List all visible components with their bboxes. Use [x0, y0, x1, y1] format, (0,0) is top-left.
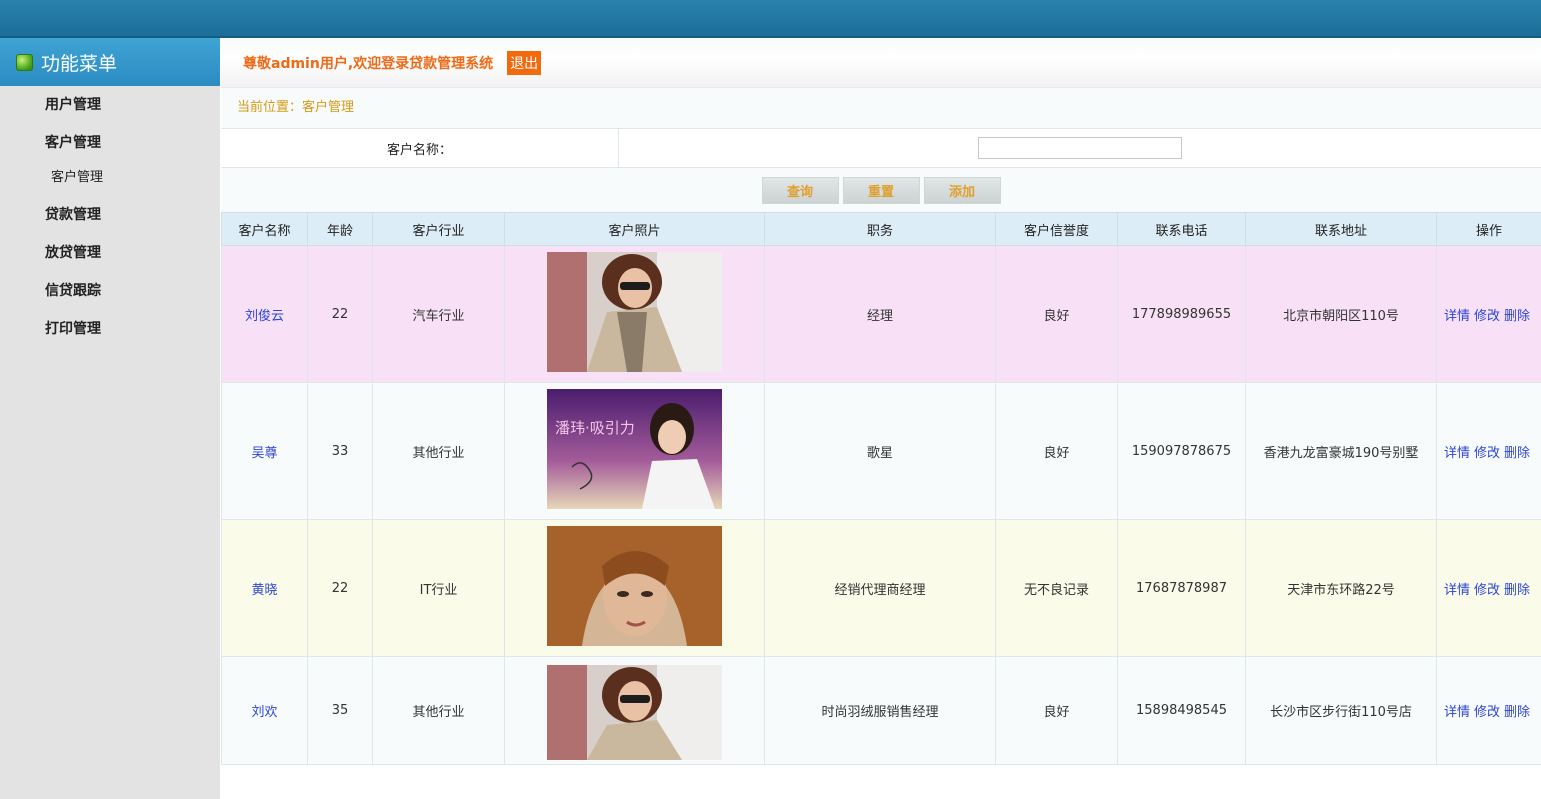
detail-link[interactable]: 详情 — [1444, 446, 1470, 461]
age-cell: 22 — [307, 519, 373, 657]
col-header-industry: 客户行业 — [372, 212, 505, 246]
sidebar-header: 功能菜单 — [0, 38, 220, 86]
age-cell: 35 — [307, 656, 373, 765]
customer-name-label: 客户名称： — [221, 129, 619, 167]
sidebar-item-customer-management[interactable]: 客户管理 — [0, 124, 220, 162]
age-cell: 22 — [307, 245, 373, 383]
col-header-position: 职务 — [764, 212, 996, 246]
customer-name-link[interactable]: 刘欢 — [251, 705, 277, 720]
customer-name-link[interactable]: 刘俊云 — [245, 309, 284, 324]
col-header-age: 年龄 — [307, 212, 373, 246]
button-row: 查询 重置 添加 — [221, 168, 1541, 212]
table-header-row: 客户名称 年龄 客户行业 客户照片 职务 客户信誉度 联系电话 联系地址 操作 — [221, 212, 1541, 246]
credit-cell: 无不良记录 — [995, 519, 1118, 657]
table-row: 刘欢 35 其他行业 时尚羽绒服销售经理 良好 15898498545 长沙市区… — [221, 656, 1541, 765]
table-row: 吴尊 33 其他行业 潘玮·吸引力 歌星 良好 159097878675 香港九… — [221, 382, 1541, 520]
table-row: 黄晓 22 IT行业 经销代理商经理 无不良记录 17687878987 天津市… — [221, 519, 1541, 657]
industry-cell: 汽车行业 — [372, 245, 505, 383]
customer-table: 客户名称 年龄 客户行业 客户照片 职务 客户信誉度 联系电话 联系地址 操作 … — [221, 212, 1541, 765]
age-cell: 33 — [307, 382, 373, 520]
sidebar-item-credit-tracking[interactable]: 信贷跟踪 — [0, 272, 220, 310]
photo-cell — [504, 245, 765, 383]
sidebar: 功能菜单 用户管理 客户管理 客户管理 贷款管理 放贷管理 信贷跟踪 打印管理 — [0, 38, 220, 799]
cube-icon — [16, 53, 33, 71]
breadcrumb: 当前位置：客户管理 — [221, 88, 1541, 128]
reset-button[interactable]: 重置 — [842, 176, 920, 204]
industry-cell: IT行业 — [372, 519, 505, 657]
detail-link[interactable]: 详情 — [1444, 705, 1470, 720]
sidebar-title: 功能菜单 — [41, 52, 118, 75]
position-cell: 时尚羽绒服销售经理 — [764, 656, 996, 765]
sidebar-subitem-customer-management[interactable]: 客户管理 — [0, 162, 220, 196]
sidebar-item-loan-management[interactable]: 贷款管理 — [0, 196, 220, 234]
customer-photo — [547, 526, 722, 646]
sidebar-item-print-management[interactable]: 打印管理 — [0, 310, 220, 348]
position-cell: 经理 — [764, 245, 996, 383]
actions-cell: 详情 修改 删除 — [1436, 382, 1541, 520]
phone-cell: 17687878987 — [1117, 519, 1246, 657]
address-cell: 北京市朝阳区110号 — [1245, 245, 1437, 383]
main-content: 尊敬admin用户,欢迎登录贷款管理系统 退出 当前位置：客户管理 客户名称： … — [221, 38, 1541, 799]
address-cell: 天津市东环路22号 — [1245, 519, 1437, 657]
industry-cell: 其他行业 — [372, 382, 505, 520]
search-input-cell — [619, 129, 1541, 167]
phone-cell: 177898989655 — [1117, 245, 1246, 383]
actions-cell: 详情 修改 删除 — [1436, 245, 1541, 383]
table-row: 刘俊云 22 汽车行业 经理 良好 177898989655 北京市朝阳区110… — [221, 245, 1541, 383]
logout-button[interactable]: 退出 — [507, 50, 542, 75]
edit-link[interactable]: 修改 — [1474, 705, 1500, 720]
add-button[interactable]: 添加 — [923, 176, 1001, 204]
col-header-actions: 操作 — [1436, 212, 1541, 246]
credit-cell: 良好 — [995, 245, 1118, 383]
customer-name-input[interactable] — [978, 137, 1182, 159]
customer-name-link[interactable]: 吴尊 — [251, 446, 277, 461]
delete-link[interactable]: 删除 — [1504, 446, 1530, 461]
detail-link[interactable]: 详情 — [1444, 309, 1470, 324]
customer-photo — [547, 665, 722, 760]
col-header-phone: 联系电话 — [1117, 212, 1246, 246]
album-title-text: 潘玮·吸引力 — [555, 419, 635, 437]
search-row: 客户名称： — [221, 128, 1541, 168]
industry-cell: 其他行业 — [372, 656, 505, 765]
delete-link[interactable]: 删除 — [1504, 309, 1530, 324]
position-cell: 经销代理商经理 — [764, 519, 996, 657]
credit-cell: 良好 — [995, 382, 1118, 520]
col-header-name: 客户名称 — [221, 212, 308, 246]
credit-cell: 良好 — [995, 656, 1118, 765]
phone-cell: 159097878675 — [1117, 382, 1246, 520]
customer-photo — [547, 252, 722, 372]
detail-link[interactable]: 详情 — [1444, 583, 1470, 598]
query-button[interactable]: 查询 — [761, 176, 839, 204]
col-header-photo: 客户照片 — [504, 212, 765, 246]
address-cell: 香港九龙富豪城190号别墅 — [1245, 382, 1437, 520]
customer-name-link[interactable]: 黄晓 — [251, 583, 277, 598]
customer-photo: 潘玮·吸引力 — [547, 389, 722, 509]
delete-link[interactable]: 删除 — [1504, 583, 1530, 598]
actions-cell: 详情 修改 删除 — [1436, 656, 1541, 765]
edit-link[interactable]: 修改 — [1474, 583, 1500, 598]
welcome-text: 尊敬admin用户,欢迎登录贷款管理系统 — [243, 55, 494, 72]
sidebar-item-disbursement-management[interactable]: 放贷管理 — [0, 234, 220, 272]
address-cell: 长沙市区步行街110号店 — [1245, 656, 1437, 765]
delete-link[interactable]: 删除 — [1504, 705, 1530, 720]
welcome-bar: 尊敬admin用户,欢迎登录贷款管理系统 退出 — [221, 38, 1541, 88]
photo-cell — [504, 519, 765, 657]
col-header-address: 联系地址 — [1245, 212, 1437, 246]
edit-link[interactable]: 修改 — [1474, 446, 1500, 461]
photo-cell: 潘玮·吸引力 — [504, 382, 765, 520]
photo-cell — [504, 656, 765, 765]
top-banner — [0, 0, 1541, 38]
edit-link[interactable]: 修改 — [1474, 309, 1500, 324]
position-cell: 歌星 — [764, 382, 996, 520]
col-header-credit: 客户信誉度 — [995, 212, 1118, 246]
phone-cell: 15898498545 — [1117, 656, 1246, 765]
sidebar-item-user-management[interactable]: 用户管理 — [0, 86, 220, 124]
actions-cell: 详情 修改 删除 — [1436, 519, 1541, 657]
